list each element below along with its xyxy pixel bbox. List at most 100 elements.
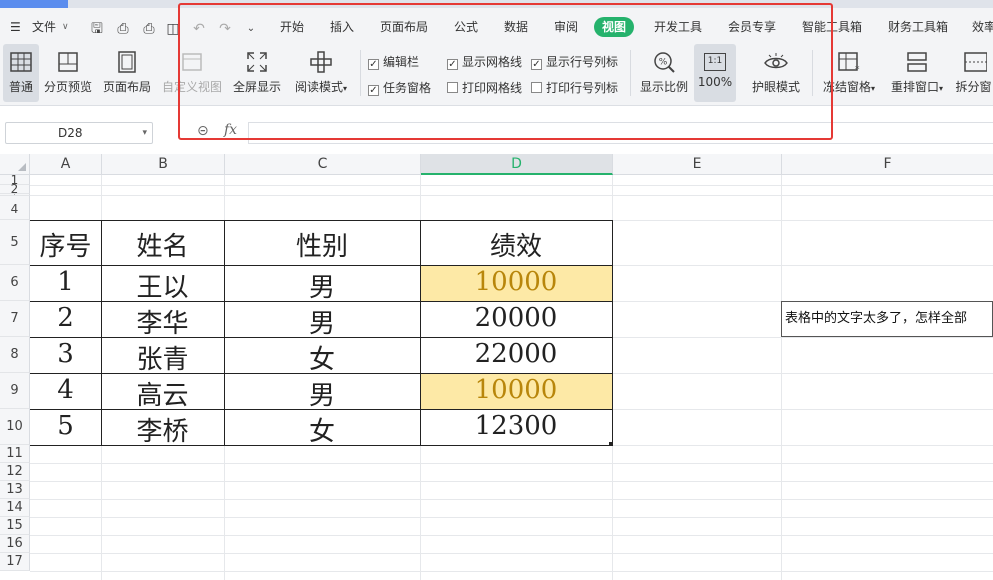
gridline [30,499,993,500]
table-cell[interactable]: 王以 [101,267,224,304]
freeze-panes-chevron-icon[interactable]: ▾ [871,84,875,93]
print-headings-checkbox[interactable]: 打印行号列标 [531,79,618,96]
tab-start[interactable]: 开始 [280,8,304,40]
tab-page-layout[interactable]: 页面布局 [380,8,428,40]
column-header-b[interactable]: B [102,154,225,175]
table-header-cell[interactable]: 性别 [224,226,420,263]
table-cell[interactable]: 20000 [420,303,612,333]
row-header-11[interactable]: 11 [0,445,30,463]
table-cell[interactable]: 2 [30,303,101,333]
print-gridlines-checkbox[interactable]: 打印网格线 [447,79,522,96]
table-header-cell[interactable]: 绩效 [420,226,612,263]
zoom-ratio-button[interactable]: % 显示比例 [637,44,691,102]
normal-view-button[interactable]: 普通 [3,44,39,102]
formula-bar-checkbox[interactable]: ✓ 编辑栏 [368,53,419,70]
tab-member[interactable]: 会员专享 [728,8,776,40]
table-cell[interactable]: 女 [224,411,420,448]
fill-handle[interactable] [609,442,613,446]
table-cell[interactable]: 10000 [420,267,612,297]
freeze-panes-button[interactable]: * 冻结窗格▾ [818,44,880,102]
page-layout-button[interactable]: 页面布局 [101,44,153,102]
table-header-cell[interactable]: 姓名 [101,226,224,263]
name-box[interactable]: D28 ▾ [5,122,153,144]
row-header-7[interactable]: 7 [0,301,30,337]
quick-access-more-icon[interactable]: ⌄ [242,20,260,38]
table-cell[interactable]: 男 [224,375,420,412]
row-header-10[interactable]: 10 [0,409,30,445]
formula-input[interactable] [248,122,993,144]
redo-icon[interactable]: ↷ [216,20,234,38]
row-header-15[interactable]: 15 [0,517,30,535]
table-header-cell[interactable]: 序号 [30,226,101,263]
table-cell[interactable]: 1 [30,267,101,297]
print-preview-icon[interactable]: ◫ [164,20,182,38]
row-header-2[interactable]: 2 [0,183,30,195]
save-icon[interactable]: 🖫 [88,20,106,38]
custom-view-button[interactable]: 自定义视图 [160,44,224,102]
select-all-corner[interactable] [0,154,30,175]
table-cell[interactable]: 3 [30,339,101,369]
split-window-button[interactable]: 拆分窗 [954,44,993,102]
tab-finance-toolbox[interactable]: 财务工具箱 [888,8,948,40]
file-menu-chevron-icon[interactable]: ∨ [62,8,69,40]
arrange-windows-button[interactable]: 重排窗口▾ [886,44,948,102]
name-box-chevron-icon[interactable]: ▾ [142,123,147,143]
svg-text:*: * [855,65,860,74]
row-header-17[interactable]: 17 [0,553,30,571]
print-icon[interactable]: ⎙ [140,20,158,38]
zoom-magnifier-icon[interactable]: ⊝ [197,123,215,141]
tab-smart-toolbox[interactable]: 智能工具箱 [802,8,862,40]
table-cell[interactable]: 10000 [420,375,612,405]
table-cell[interactable]: 李桥 [101,411,224,448]
row-header-8[interactable]: 8 [0,337,30,373]
zoom-100-button[interactable]: 1:1 100% [694,44,736,102]
table-cell[interactable]: 高云 [101,375,224,412]
eye-mode-button[interactable]: 护眼模式 [748,44,804,102]
row-header-12[interactable]: 12 [0,463,30,481]
table-cell[interactable]: 12300 [420,411,612,441]
tab-formula[interactable]: 公式 [454,8,478,40]
reading-mode-button[interactable]: 阅读模式▾ [290,44,352,102]
page-break-preview-button[interactable]: 分页预览 [42,44,94,102]
row-header-9[interactable]: 9 [0,373,30,409]
table-cell[interactable]: 李华 [101,303,224,340]
reading-mode-chevron-icon[interactable]: ▾ [343,84,347,93]
column-header-c[interactable]: C [225,154,421,175]
show-headings-checkbox[interactable]: ✓ 显示行号列标 [531,53,618,70]
table-cell[interactable]: 22000 [420,339,612,369]
row-header-16[interactable]: 16 [0,535,30,553]
row-header-6[interactable]: 6 [0,265,30,301]
tab-efficiency[interactable]: 效率 [972,8,993,40]
show-gridlines-checkbox[interactable]: ✓ 显示网格线 [447,53,522,70]
row-header-4[interactable]: 4 [0,196,30,220]
tab-review[interactable]: 审阅 [554,8,578,40]
gridline [30,463,993,464]
column-header-f[interactable]: F [782,154,993,175]
column-header-a[interactable]: A [30,154,102,175]
table-cell[interactable]: 男 [224,267,420,304]
active-window-tab[interactable] [0,0,68,8]
column-header-d[interactable]: D [421,154,613,175]
arrange-windows-chevron-icon[interactable]: ▾ [939,84,943,93]
hamburger-icon[interactable]: ☰ [10,8,21,40]
table-cell[interactable]: 5 [30,411,101,441]
tab-view[interactable]: 视图 [594,17,635,37]
task-pane-checkbox[interactable]: ✓ 任务窗格 [368,79,431,96]
column-header-e[interactable]: E [613,154,782,175]
text-overflow-cell[interactable]: 表格中的文字太多了，怎样全部 [781,301,993,337]
row-header-14[interactable]: 14 [0,499,30,517]
full-screen-button[interactable]: 全屏显示 [230,44,284,102]
export-pdf-icon[interactable]: ⎙ [114,20,132,38]
file-menu[interactable]: 文件 [32,8,56,40]
table-cell[interactable]: 女 [224,339,420,376]
table-cell[interactable]: 4 [30,375,101,405]
table-cell[interactable]: 张青 [101,339,224,376]
row-header-5[interactable]: 5 [0,220,30,265]
undo-icon[interactable]: ↶ [190,20,208,38]
row-header-13[interactable]: 13 [0,481,30,499]
table-cell[interactable]: 男 [224,303,420,340]
tab-data[interactable]: 数据 [504,8,528,40]
tab-developer[interactable]: 开发工具 [654,8,702,40]
fx-icon[interactable]: fx [224,122,237,138]
tab-insert[interactable]: 插入 [330,8,354,40]
